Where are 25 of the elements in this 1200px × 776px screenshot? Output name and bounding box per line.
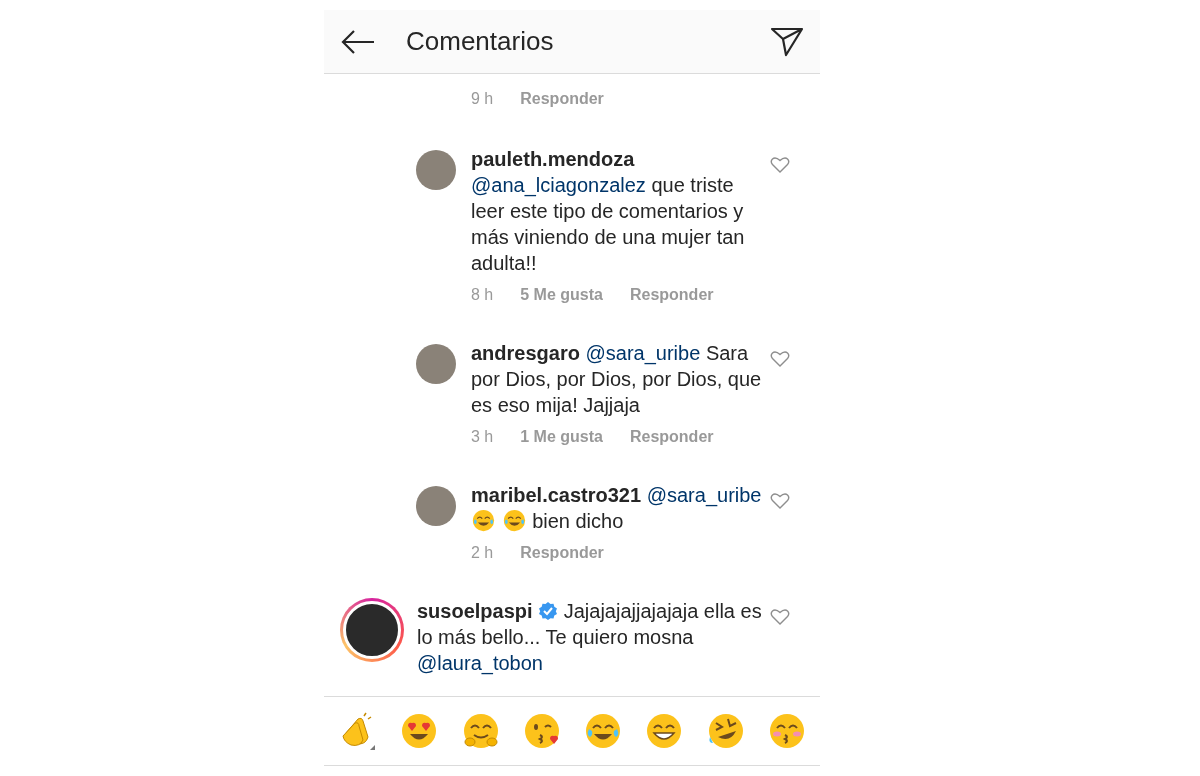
- mention-link[interactable]: @ana_lciagonzalez: [471, 174, 646, 196]
- heart-icon[interactable]: [770, 608, 790, 626]
- username-link[interactable]: susoelpaspi: [417, 600, 533, 622]
- comment-text: pauleth.mendoza @ana_lciagonzalez que triste leer este tipo de comentarios y más viniendo de una mujer tan adulta!!: [471, 147, 746, 276]
- comment-time: 8 h: [471, 286, 494, 304]
- comment-time: 2 h: [471, 544, 494, 562]
- comment-time: 3 h: [471, 428, 494, 446]
- mention-link[interactable]: @sara_uribe: [585, 342, 701, 364]
- comment-text: andresgaro @sara_uribe Sara por Dios, por Dios, por Dios, que es eso mija! Jajjaja: [471, 341, 762, 418]
- comment-text: susoelpaspi Jajajajajjajajaja ella es lo más bello... Te quiero mosna @laura_tobon: [417, 599, 762, 676]
- username-link[interactable]: andresgaro: [471, 342, 580, 364]
- username-link[interactable]: maribel.castro321: [471, 484, 642, 506]
- username-link[interactable]: pauleth.mendoza: [471, 148, 635, 170]
- paper-plane-icon[interactable]: [770, 26, 804, 57]
- comment-time: 9 h: [471, 90, 494, 108]
- heart-icon[interactable]: [770, 492, 790, 510]
- comment-text: maribel.castro321 @sara_uribe bien dicho: [471, 483, 762, 534]
- heart-icon[interactable]: [770, 156, 790, 174]
- tears-of-joy-emoji-icon: [471, 508, 496, 533]
- mention-link[interactable]: @sara_uribe: [646, 484, 762, 506]
- screen-title: Comentarios: [406, 26, 555, 57]
- mention-link[interactable]: @laura_tobon: [417, 652, 543, 674]
- heart-icon[interactable]: [770, 350, 790, 368]
- back-arrow-icon[interactable]: [340, 28, 376, 55]
- tears-of-joy-emoji-icon: [501, 508, 527, 533]
